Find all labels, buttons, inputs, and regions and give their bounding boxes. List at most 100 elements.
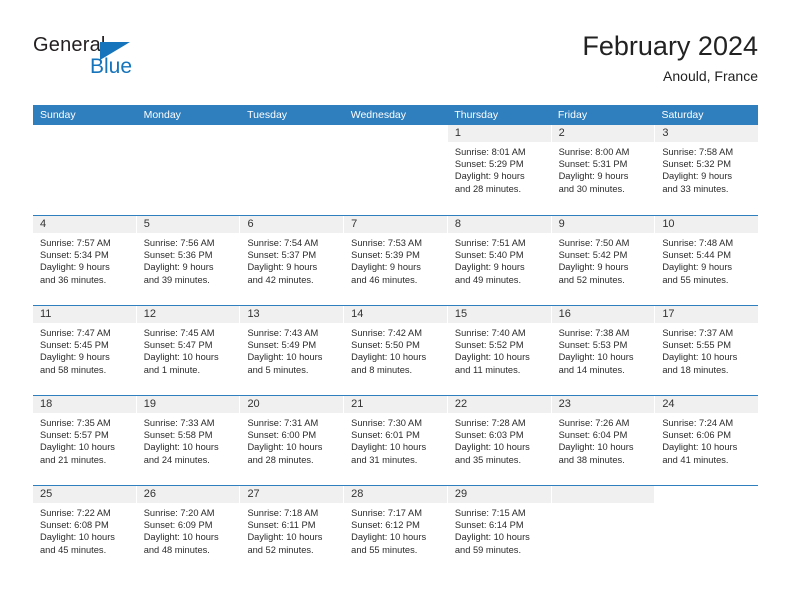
calendar-day-cell[interactable]: 28 Sunrise: 7:17 AM Sunset: 6:12 PM Dayligh… bbox=[344, 486, 448, 575]
sunrise-time: Sunrise: 7:51 AM bbox=[454, 238, 526, 248]
sunrise-time: Sunrise: 7:30 AM bbox=[351, 418, 422, 428]
day-number: 16 bbox=[551, 306, 655, 323]
daylight-duration-line1: Daylight: 9 hours bbox=[143, 262, 214, 273]
calendar-day-cell[interactable]: 15 Sunrise: 7:40 AM Sunset: 5:52 PM Dayligh… bbox=[447, 306, 552, 395]
daylight-duration-line1: Daylight: 10 hours bbox=[454, 442, 530, 453]
daylight-duration-line1: Daylight: 9 hours bbox=[40, 262, 110, 273]
calendar-day-cell[interactable]: 8 Sunrise: 7:51 AM Sunset: 5:40 PM Daylight… bbox=[447, 216, 552, 305]
day-sun-info: Sunrise: 7:48 AM Sunset: 5:44 PM Daylight:… bbox=[655, 233, 758, 286]
day-sun-info: Sunrise: 7:57 AM Sunset: 5:34 PM Daylight:… bbox=[33, 233, 136, 286]
day-number bbox=[551, 486, 655, 503]
day-number: 12 bbox=[136, 306, 240, 323]
calendar-day-cell[interactable]: 9 Sunrise: 7:50 AM Sunset: 5:42 PM Daylight… bbox=[551, 216, 656, 305]
daylight-duration-line1: Daylight: 9 hours bbox=[40, 352, 110, 363]
calendar-day-cell[interactable]: 2 Sunrise: 8:00 AM Sunset: 5:31 PM Daylight… bbox=[551, 125, 656, 215]
calendar-day-cell[interactable]: 10 Sunrise: 7:48 AM Sunset: 5:44 PM Dayligh… bbox=[655, 216, 759, 305]
calendar-week-row: 4 Sunrise: 7:57 AM Sunset: 5:34 PM Daylight… bbox=[33, 215, 759, 305]
day-number: 9 bbox=[551, 216, 655, 233]
sunrise-time: Sunrise: 7:38 AM bbox=[558, 328, 630, 338]
daylight-duration-line1: Daylight: 9 hours bbox=[558, 262, 629, 273]
calendar-day-cell[interactable]: 21 Sunrise: 7:30 AM Sunset: 6:01 PM Dayligh… bbox=[344, 396, 448, 485]
day-number: 7 bbox=[344, 216, 447, 233]
calendar-day-cell[interactable]: 25 Sunrise: 7:22 AM Sunset: 6:08 PM Dayligh… bbox=[33, 486, 137, 575]
calendar-grid: Sunday Monday Tuesday Wednesday Thursday… bbox=[33, 105, 759, 575]
day-sun-info: Sunrise: 7:33 AM Sunset: 5:58 PM Daylight:… bbox=[137, 413, 240, 466]
calendar-day-cell[interactable]: 18 Sunrise: 7:35 AM Sunset: 5:57 PM Dayligh… bbox=[33, 396, 137, 485]
sunset-time: Sunset: 5:50 PM bbox=[351, 340, 420, 351]
calendar-day-cell[interactable]: 3 Sunrise: 7:58 AM Sunset: 5:32 PM Daylight… bbox=[655, 125, 759, 215]
daylight-duration-line2: and 24 minutes. bbox=[143, 454, 210, 465]
day-sun-info: Sunrise: 7:17 AM Sunset: 6:12 PM Daylight:… bbox=[344, 503, 447, 556]
daylight-duration-line2: and 52 minutes. bbox=[247, 544, 314, 555]
day-number: 15 bbox=[447, 306, 551, 323]
day-number: 3 bbox=[655, 125, 759, 142]
sunrise-time: Sunrise: 7:40 AM bbox=[454, 328, 526, 338]
day-number: 20 bbox=[240, 396, 344, 413]
calendar-empty-cell bbox=[136, 125, 241, 215]
weekday-header-friday: Friday bbox=[557, 109, 588, 121]
day-number: 11 bbox=[33, 306, 136, 323]
calendar-day-cell[interactable]: 14 Sunrise: 7:42 AM Sunset: 5:50 PM Dayligh… bbox=[344, 306, 448, 395]
calendar-day-cell[interactable]: 7 Sunrise: 7:53 AM Sunset: 5:39 PM Daylight… bbox=[344, 216, 448, 305]
daylight-duration-line1: Daylight: 10 hours bbox=[454, 352, 530, 363]
calendar-day-cell[interactable]: 29 Sunrise: 7:15 AM Sunset: 6:14 PM Dayligh… bbox=[447, 486, 552, 575]
sunset-time: Sunset: 6:12 PM bbox=[351, 520, 420, 531]
sunset-time: Sunset: 6:11 PM bbox=[247, 520, 316, 531]
sunrise-time: Sunrise: 7:35 AM bbox=[40, 418, 111, 428]
calendar-day-cell[interactable]: 24 Sunrise: 7:24 AM Sunset: 6:06 PM Dayligh… bbox=[655, 396, 759, 485]
weekday-header-thursday: Thursday bbox=[454, 109, 499, 121]
calendar-day-cell[interactable]: 20 Sunrise: 7:31 AM Sunset: 6:00 PM Dayligh… bbox=[240, 396, 345, 485]
daylight-duration-line2: and 36 minutes. bbox=[40, 274, 107, 285]
calendar-day-cell[interactable]: 27 Sunrise: 7:18 AM Sunset: 6:11 PM Dayligh… bbox=[240, 486, 345, 575]
calendar-day-cell[interactable]: 26 Sunrise: 7:20 AM Sunset: 6:09 PM Dayligh… bbox=[136, 486, 241, 575]
calendar-empty-cell bbox=[344, 125, 448, 215]
daylight-duration-line2: and 55 minutes. bbox=[351, 544, 418, 555]
calendar-day-cell[interactable]: 22 Sunrise: 7:28 AM Sunset: 6:03 PM Dayligh… bbox=[447, 396, 552, 485]
day-number: 17 bbox=[655, 306, 759, 323]
calendar-day-cell[interactable]: 4 Sunrise: 7:57 AM Sunset: 5:34 PM Daylight… bbox=[33, 216, 137, 305]
sunset-time: Sunset: 5:52 PM bbox=[454, 340, 524, 351]
daylight-duration-line2: and 31 minutes. bbox=[351, 454, 418, 465]
day-sun-info: Sunrise: 7:47 AM Sunset: 5:45 PM Daylight:… bbox=[33, 323, 136, 376]
sunset-time: Sunset: 5:47 PM bbox=[143, 340, 213, 351]
calendar-day-cell[interactable]: 17 Sunrise: 7:37 AM Sunset: 5:55 PM Dayligh… bbox=[655, 306, 759, 395]
sunrise-time: Sunrise: 7:24 AM bbox=[662, 418, 734, 428]
sunset-time: Sunset: 5:45 PM bbox=[40, 340, 109, 351]
daylight-duration-line2: and 18 minutes. bbox=[662, 364, 729, 375]
calendar-empty-cell bbox=[33, 125, 137, 215]
calendar-day-cell[interactable]: 16 Sunrise: 7:38 AM Sunset: 5:53 PM Dayligh… bbox=[551, 306, 656, 395]
day-number: 8 bbox=[447, 216, 551, 233]
sunrise-time: Sunrise: 7:37 AM bbox=[662, 328, 734, 338]
page-title: February 2024 bbox=[582, 31, 758, 61]
day-number: 27 bbox=[240, 486, 344, 503]
day-sun-info: Sunrise: 7:43 AM Sunset: 5:49 PM Daylight:… bbox=[240, 323, 343, 376]
calendar-day-cell[interactable]: 6 Sunrise: 7:54 AM Sunset: 5:37 PM Daylight… bbox=[240, 216, 345, 305]
sunrise-time: Sunrise: 7:17 AM bbox=[351, 508, 422, 518]
day-number: 2 bbox=[551, 125, 655, 142]
general-blue-logo[interactable]: General Blue bbox=[33, 34, 183, 90]
calendar-day-cell[interactable]: 5 Sunrise: 7:56 AM Sunset: 5:36 PM Daylight… bbox=[136, 216, 241, 305]
calendar-day-cell[interactable]: 23 Sunrise: 7:26 AM Sunset: 6:04 PM Dayligh… bbox=[551, 396, 656, 485]
weekday-header-monday: Monday bbox=[143, 109, 181, 121]
calendar-day-cell[interactable]: 11 Sunrise: 7:47 AM Sunset: 5:45 PM Dayligh… bbox=[33, 306, 137, 395]
day-number: 26 bbox=[136, 486, 240, 503]
day-sun-info: Sunrise: 7:51 AM Sunset: 5:40 PM Daylight:… bbox=[448, 233, 551, 286]
calendar-week-row: 18 Sunrise: 7:35 AM Sunset: 5:57 PM Dayligh… bbox=[33, 395, 759, 485]
calendar-day-cell[interactable]: 13 Sunrise: 7:43 AM Sunset: 5:49 PM Dayligh… bbox=[240, 306, 345, 395]
day-sun-info: Sunrise: 8:01 AM Sunset: 5:29 PM Daylight:… bbox=[448, 142, 551, 195]
sunset-time: Sunset: 5:29 PM bbox=[454, 159, 524, 170]
calendar-day-cell[interactable]: 12 Sunrise: 7:45 AM Sunset: 5:47 PM Dayligh… bbox=[136, 306, 241, 395]
calendar-day-cell[interactable]: 1 Sunrise: 8:01 AM Sunset: 5:29 PM Daylight… bbox=[447, 125, 552, 215]
day-number: 23 bbox=[551, 396, 655, 413]
weekday-header-wednesday: Wednesday bbox=[350, 109, 406, 121]
calendar-empty-cell bbox=[240, 125, 345, 215]
page-header: General Blue February 2024 Anould, Franc… bbox=[33, 30, 758, 96]
daylight-duration-line1: Daylight: 10 hours bbox=[454, 532, 530, 543]
day-sun-info: Sunrise: 7:26 AM Sunset: 6:04 PM Daylight:… bbox=[552, 413, 655, 466]
day-sun-info: Sunrise: 8:00 AM Sunset: 5:31 PM Daylight:… bbox=[552, 142, 655, 195]
day-number: 29 bbox=[447, 486, 551, 503]
daylight-duration-line2: and 33 minutes. bbox=[662, 183, 729, 194]
daylight-duration-line2: and 11 minutes. bbox=[454, 364, 521, 375]
calendar-day-cell[interactable]: 19 Sunrise: 7:33 AM Sunset: 5:58 PM Dayligh… bbox=[136, 396, 241, 485]
sunset-time: Sunset: 5:37 PM bbox=[247, 250, 317, 261]
